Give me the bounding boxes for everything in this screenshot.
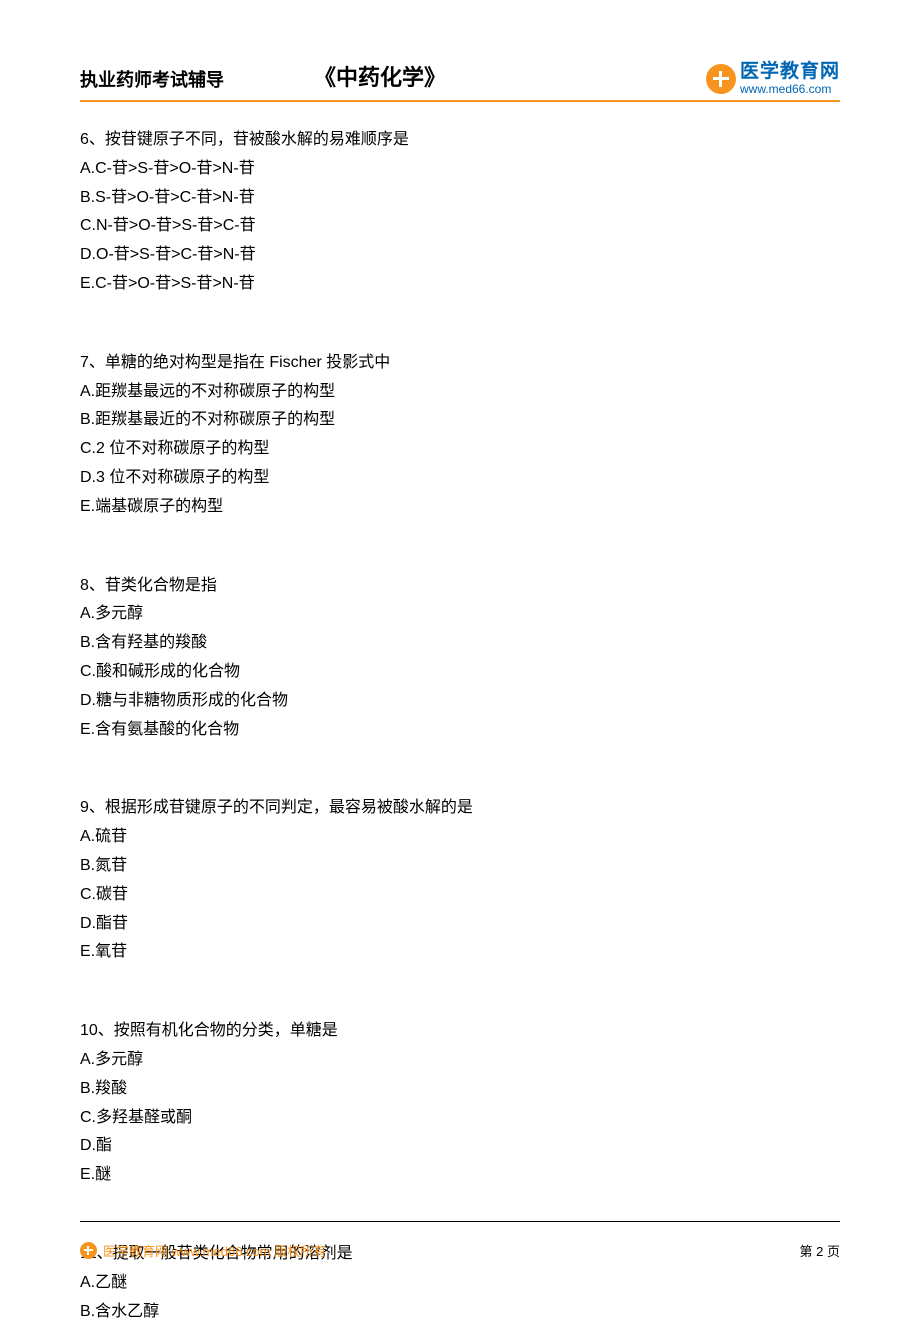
option-d: D.酯 <box>80 1132 840 1161</box>
footer-text: 医学教育网 www.med66.com 版权所有 <box>103 1241 326 1260</box>
option-c: C.2 位不对称碳原子的构型 <box>80 435 840 464</box>
page-header: 执业药师考试辅导 《中药化学》 医学教育网 www.med66.com <box>80 60 840 102</box>
question-7: 7、单糖的绝对构型是指在 Fischer 投影式中 A.距羰基最远的不对称碳原子… <box>80 349 840 522</box>
option-a: A.多元醇 <box>80 600 840 629</box>
question-6: 6、按苷键原子不同，苷被酸水解的易难顺序是 A.C-苷>S-苷>O-苷>N-苷 … <box>80 126 840 299</box>
option-b: B.氮苷 <box>80 852 840 881</box>
option-d: D.O-苷>S-苷>C-苷>N-苷 <box>80 241 840 270</box>
header-subject: 执业药师考试辅导 <box>80 66 224 92</box>
option-e: E.醚 <box>80 1161 840 1190</box>
header-title: 《中药化学》 <box>314 60 446 92</box>
question-text: 7、单糖的绝对构型是指在 Fischer 投影式中 <box>80 349 840 378</box>
option-b: B.距羰基最近的不对称碳原子的构型 <box>80 406 840 435</box>
option-d: D.糖与非糖物质形成的化合物 <box>80 687 840 716</box>
option-e: E.端基碳原子的构型 <box>80 493 840 522</box>
option-e: E.氧苷 <box>80 938 840 967</box>
option-a: A.乙醚 <box>80 1269 840 1298</box>
logo-url: www.med66.com <box>740 83 840 96</box>
page-footer: 医学教育网 www.med66.com 版权所有 第 2 页 <box>80 1241 840 1260</box>
option-b: B.含有羟基的羧酸 <box>80 629 840 658</box>
logo-name-cn: 医学教育网 <box>740 62 840 83</box>
option-b: B.羧酸 <box>80 1075 840 1104</box>
option-c: C.多羟基醛或酮 <box>80 1104 840 1133</box>
question-text: 10、按照有机化合物的分类，单糖是 <box>80 1017 840 1046</box>
logo-plus-icon <box>706 64 736 94</box>
question-10: 10、按照有机化合物的分类，单糖是 A.多元醇 B.羧酸 C.多羟基醛或酮 D.… <box>80 1017 840 1190</box>
question-text: 6、按苷键原子不同，苷被酸水解的易难顺序是 <box>80 126 840 155</box>
question-text: 8、苷类化合物是指 <box>80 572 840 601</box>
option-a: A.多元醇 <box>80 1046 840 1075</box>
question-9: 9、根据形成苷键原子的不同判定，最容易被酸水解的是 A.硫苷 B.氮苷 C.碳苷… <box>80 794 840 967</box>
footer-plus-icon <box>80 1242 97 1259</box>
option-a: A.距羰基最远的不对称碳原子的构型 <box>80 378 840 407</box>
question-8: 8、苷类化合物是指 A.多元醇 B.含有羟基的羧酸 C.酸和碱形成的化合物 D.… <box>80 572 840 745</box>
footer-divider <box>80 1221 840 1222</box>
option-c: C.N-苷>O-苷>S-苷>C-苷 <box>80 212 840 241</box>
footer-copyright: 医学教育网 www.med66.com 版权所有 <box>80 1241 326 1260</box>
option-c: C.碳苷 <box>80 881 840 910</box>
question-text: 9、根据形成苷键原子的不同判定，最容易被酸水解的是 <box>80 794 840 823</box>
option-c: C.酸和碱形成的化合物 <box>80 658 840 687</box>
option-e: E.C-苷>O-苷>S-苷>N-苷 <box>80 270 840 299</box>
header-logo: 医学教育网 www.med66.com <box>706 62 840 96</box>
option-b: B.S-苷>O-苷>C-苷>N-苷 <box>80 184 840 213</box>
page-number: 第 2 页 <box>800 1241 840 1260</box>
logo-text: 医学教育网 www.med66.com <box>740 62 840 96</box>
option-d: D.酯苷 <box>80 910 840 939</box>
option-a: A.C-苷>S-苷>O-苷>N-苷 <box>80 155 840 184</box>
option-d: D.3 位不对称碳原子的构型 <box>80 464 840 493</box>
option-a: A.硫苷 <box>80 823 840 852</box>
option-e: E.含有氨基酸的化合物 <box>80 716 840 745</box>
